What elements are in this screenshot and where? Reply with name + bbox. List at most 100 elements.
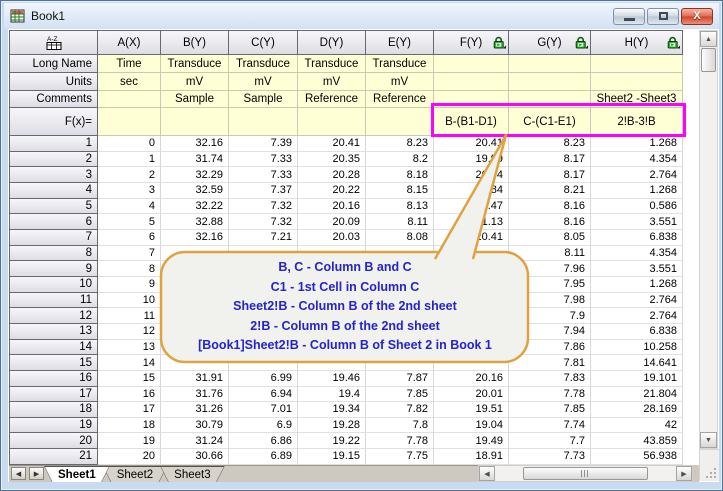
cell[interactable] bbox=[366, 355, 434, 371]
cell[interactable]: 18 bbox=[98, 418, 161, 434]
cell[interactable]: 19.04 bbox=[434, 418, 509, 434]
resize-corner[interactable] bbox=[699, 449, 719, 481]
cell[interactable]: 30.79 bbox=[161, 418, 229, 434]
cell[interactable]: 6.838 bbox=[591, 230, 683, 246]
row-header-19[interactable]: 19 bbox=[9, 418, 98, 434]
tab-scroll-right-button[interactable]: ▶ bbox=[29, 467, 44, 480]
cell[interactable]: 21.804 bbox=[591, 387, 683, 403]
cell[interactable]: 10 bbox=[98, 293, 161, 309]
cell[interactable]: 31.74 bbox=[161, 152, 229, 168]
cell[interactable]: 12 bbox=[98, 324, 161, 340]
cell[interactable]: 9 bbox=[98, 277, 161, 293]
cell[interactable]: 8.21 bbox=[509, 183, 591, 199]
cell[interactable]: 19.101 bbox=[591, 371, 683, 387]
cell[interactable]: 19.15 bbox=[298, 449, 366, 465]
cell[interactable]: 8.05 bbox=[509, 230, 591, 246]
meta-cell[interactable]: B-(B1-D1) bbox=[434, 108, 509, 136]
meta-cell[interactable]: Time bbox=[98, 55, 161, 73]
meta-cell[interactable]: C-(C1-E1) bbox=[509, 108, 591, 136]
cell[interactable]: 7.32 bbox=[229, 199, 298, 215]
cell[interactable]: 19.34 bbox=[298, 402, 366, 418]
cell[interactable]: 20.35 bbox=[298, 152, 366, 168]
cell[interactable]: 8.23 bbox=[366, 136, 434, 152]
cell[interactable]: 20.41 bbox=[434, 136, 509, 152]
cell[interactable] bbox=[434, 324, 509, 340]
cell[interactable] bbox=[366, 246, 434, 262]
cell[interactable]: 7.85 bbox=[366, 387, 434, 403]
meta-cell[interactable]: Transduce bbox=[161, 55, 229, 73]
cell[interactable]: 3.551 bbox=[591, 261, 683, 277]
cell[interactable]: 20.47 bbox=[434, 199, 509, 215]
column-header-f[interactable]: F(Y) bbox=[434, 30, 509, 55]
cell[interactable]: 14.641 bbox=[591, 355, 683, 371]
cell[interactable] bbox=[229, 340, 298, 356]
cell[interactable] bbox=[298, 324, 366, 340]
meta-cell[interactable] bbox=[366, 108, 434, 136]
cell[interactable]: 6.99 bbox=[229, 371, 298, 387]
vertical-scroll-track[interactable] bbox=[700, 73, 717, 432]
cell[interactable]: 7.33 bbox=[229, 152, 298, 168]
cell[interactable]: 7.01 bbox=[229, 402, 298, 418]
cell[interactable]: 7.94 bbox=[509, 324, 591, 340]
meta-cell[interactable]: Sample bbox=[161, 91, 229, 108]
cell[interactable]: 2.764 bbox=[591, 308, 683, 324]
meta-cell[interactable] bbox=[98, 91, 161, 108]
cell[interactable] bbox=[434, 340, 509, 356]
horizontal-scrollbar[interactable]: ◀ ▶ bbox=[478, 465, 693, 482]
row-header-8[interactable]: 8 bbox=[9, 246, 98, 262]
cell[interactable]: 7.9 bbox=[509, 308, 591, 324]
cell[interactable]: 8.08 bbox=[366, 230, 434, 246]
row-header-6[interactable]: 6 bbox=[9, 214, 98, 230]
meta-cell[interactable]: mV bbox=[366, 73, 434, 91]
cell[interactable]: 20.28 bbox=[298, 167, 366, 183]
lock-icon[interactable] bbox=[492, 36, 506, 50]
meta-cell[interactable]: Sample bbox=[229, 91, 298, 108]
cell[interactable]: 20.03 bbox=[298, 230, 366, 246]
meta-cell[interactable] bbox=[434, 73, 509, 91]
cell[interactable]: 1 bbox=[98, 152, 161, 168]
row-header-f-x-[interactable]: F(x)= bbox=[9, 108, 98, 136]
cell[interactable]: 8 bbox=[98, 261, 161, 277]
cell[interactable] bbox=[298, 261, 366, 277]
cell[interactable]: 31.26 bbox=[161, 402, 229, 418]
cell[interactable]: 20.54 bbox=[434, 167, 509, 183]
cell[interactable]: 19.49 bbox=[434, 433, 509, 449]
meta-cell[interactable]: mV bbox=[161, 73, 229, 91]
cell[interactable]: 6.89 bbox=[229, 449, 298, 465]
cell[interactable]: 20.41 bbox=[434, 230, 509, 246]
cell[interactable] bbox=[161, 308, 229, 324]
cell[interactable] bbox=[229, 308, 298, 324]
cell[interactable] bbox=[161, 340, 229, 356]
row-header-11[interactable]: 11 bbox=[9, 293, 98, 309]
cell[interactable] bbox=[229, 293, 298, 309]
cell[interactable]: 1.268 bbox=[591, 277, 683, 293]
cell[interactable] bbox=[434, 293, 509, 309]
cell[interactable] bbox=[229, 355, 298, 371]
row-header-1[interactable]: 1 bbox=[9, 136, 98, 152]
cell[interactable]: 7.32 bbox=[229, 214, 298, 230]
row-header-units[interactable]: Units bbox=[9, 73, 98, 91]
meta-cell[interactable] bbox=[161, 108, 229, 136]
row-header-20[interactable]: 20 bbox=[9, 433, 98, 449]
cell[interactable]: 7.8 bbox=[366, 418, 434, 434]
cell[interactable] bbox=[161, 293, 229, 309]
cell[interactable]: 19 bbox=[98, 433, 161, 449]
column-header-g[interactable]: G(Y) bbox=[509, 30, 591, 55]
cell[interactable]: 20.09 bbox=[298, 214, 366, 230]
cell[interactable]: 6.9 bbox=[229, 418, 298, 434]
row-header-13[interactable]: 13 bbox=[9, 324, 98, 340]
scroll-up-button[interactable]: ▲ bbox=[700, 31, 717, 47]
minimize-button[interactable] bbox=[613, 8, 645, 25]
cell[interactable]: 43.859 bbox=[591, 433, 683, 449]
cell[interactable] bbox=[161, 277, 229, 293]
cell[interactable]: 7.74 bbox=[509, 418, 591, 434]
cell[interactable]: 11 bbox=[98, 308, 161, 324]
cell[interactable] bbox=[366, 261, 434, 277]
cell[interactable] bbox=[298, 293, 366, 309]
row-header-7[interactable]: 7 bbox=[9, 230, 98, 246]
a-z-sort-icon[interactable]: A-Z bbox=[46, 35, 64, 51]
cell[interactable]: 8.18 bbox=[366, 167, 434, 183]
cell[interactable]: 6.86 bbox=[229, 433, 298, 449]
cell[interactable]: 7.83 bbox=[509, 371, 591, 387]
cell[interactable] bbox=[366, 277, 434, 293]
